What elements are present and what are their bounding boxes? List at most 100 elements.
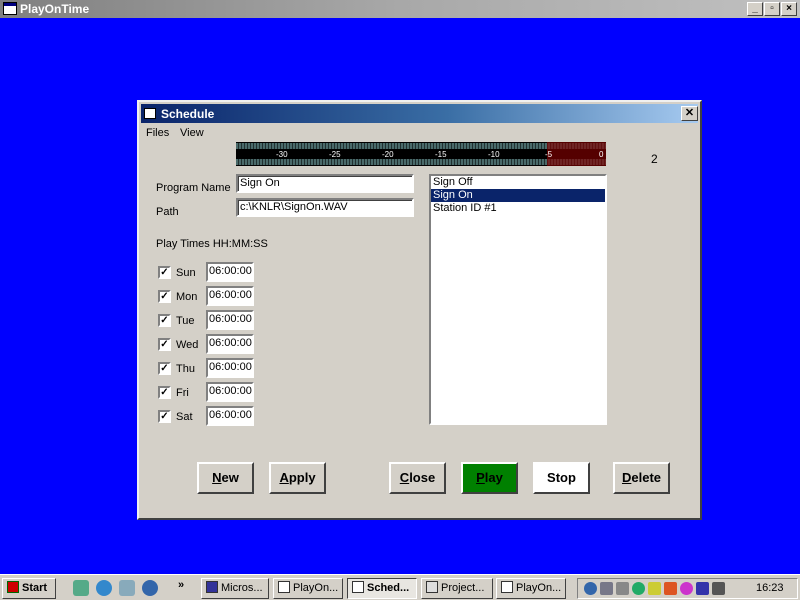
apply-button-label: pply — [288, 470, 316, 485]
play-button-accel: P — [476, 470, 485, 485]
meter-count: 2 — [651, 152, 658, 166]
folder-icon[interactable] — [648, 582, 661, 595]
alert-icon[interactable] — [664, 582, 677, 595]
day-label-thu: Thu — [176, 363, 195, 375]
task-button-playon[interactable]: PlayOn... — [273, 578, 343, 599]
close-button-accel: C — [399, 470, 410, 485]
meter-tick: -10 — [488, 150, 500, 159]
apply-button[interactable]: Apply — [269, 462, 326, 494]
windows-logo-icon — [7, 581, 19, 593]
schedule-dialog: Schedule ✕ Files View -30 -25 -20 -15 -1… — [137, 100, 702, 520]
color-icon[interactable] — [680, 582, 693, 595]
app-title-bar: PlayOnTime _ ▫ × — [0, 0, 800, 18]
speaker-icon[interactable] — [712, 582, 725, 595]
dialog-title: Schedule — [161, 107, 215, 121]
dialog-window-icon — [144, 108, 156, 119]
delete-button[interactable]: Delete — [613, 462, 670, 494]
meter-tick: -20 — [382, 150, 394, 159]
meter-tick: 0 — [599, 150, 604, 159]
task-button-schedule[interactable]: Sched... — [347, 578, 417, 599]
app-icon — [278, 581, 290, 593]
day-label-wed: Wed — [176, 339, 199, 351]
fri-time-field[interactable]: 06:00:00 — [206, 382, 254, 402]
usb-icon[interactable] — [616, 582, 629, 595]
close-button-label: lose — [409, 470, 436, 485]
meter-peak-zone — [547, 142, 606, 166]
wed-checkbox[interactable]: ✓ — [158, 338, 171, 351]
desktop-icon[interactable] — [73, 580, 89, 596]
close-button[interactable]: Close — [389, 462, 446, 494]
list-item-selected[interactable]: Sign On — [431, 189, 605, 202]
list-item[interactable]: Sign Off — [431, 176, 605, 189]
menu-view[interactable]: View — [180, 127, 204, 139]
new-button[interactable]: New — [197, 462, 254, 494]
app-icon — [206, 581, 218, 593]
day-label-fri: Fri — [176, 387, 189, 399]
path-label: Path — [156, 206, 179, 218]
mail-icon[interactable] — [119, 580, 135, 596]
path-field[interactable]: c:\KNLR\SignOn.WAV — [236, 198, 414, 217]
meter-tick: -5 — [545, 150, 553, 159]
browser-icon[interactable] — [96, 580, 112, 596]
new-button-label: ew — [221, 470, 239, 485]
restore-button[interactable]: ▫ — [764, 2, 780, 16]
thu-checkbox[interactable]: ✓ — [158, 362, 171, 375]
sun-checkbox[interactable]: ✓ — [158, 266, 171, 279]
tue-time-field[interactable]: 06:00:00 — [206, 310, 254, 330]
dialog-close-button[interactable]: ✕ — [681, 106, 698, 121]
sat-time-field[interactable]: 06:00:00 — [206, 406, 254, 426]
app-window-icon — [3, 2, 17, 15]
apply-button-accel: A — [279, 470, 289, 485]
sat-checkbox[interactable]: ✓ — [158, 410, 171, 423]
quick-launch-chevron[interactable]: » — [178, 579, 184, 591]
audio-level-meter: -30 -25 -20 -15 -10 -5 0 — [236, 142, 606, 166]
list-item[interactable]: Station ID #1 — [431, 202, 605, 215]
delete-button-label: elete — [631, 470, 662, 485]
task-label: Project... — [441, 582, 485, 594]
play-button[interactable]: Play — [461, 462, 518, 494]
menu-files[interactable]: Files — [146, 127, 169, 139]
stop-button[interactable]: Stop — [533, 462, 590, 494]
wed-time-field[interactable]: 06:00:00 — [206, 334, 254, 354]
mon-checkbox[interactable]: ✓ — [158, 290, 171, 303]
play-button-label: lay — [484, 470, 503, 485]
globe-icon[interactable] — [632, 582, 645, 595]
day-label-sat: Sat — [176, 411, 193, 423]
app-icon — [426, 581, 438, 593]
clock[interactable]: 16:23 — [756, 582, 784, 594]
meter-tick: -25 — [329, 150, 341, 159]
sun-time-field[interactable]: 06:00:00 — [206, 262, 254, 282]
delete-button-accel: D — [621, 470, 632, 485]
network-icon[interactable] — [584, 582, 597, 595]
taskbar: Start » Micros... PlayOn... Sched... Pro… — [0, 574, 800, 600]
meter-tick: -30 — [276, 150, 288, 159]
task-label: PlayOn... — [293, 582, 339, 594]
day-label-sun: Sun — [176, 267, 196, 279]
monitor-icon[interactable] — [600, 582, 613, 595]
thu-time-field[interactable]: 06:00:00 — [206, 358, 254, 378]
program-name-field[interactable]: Sign On — [236, 174, 414, 193]
task-button-project[interactable]: Project... — [421, 578, 493, 599]
day-label-mon: Mon — [176, 291, 198, 303]
app-icon — [352, 581, 364, 593]
fri-checkbox[interactable]: ✓ — [158, 386, 171, 399]
dialog-title-bar: Schedule ✕ — [141, 104, 698, 123]
start-label: Start — [22, 582, 48, 594]
info-icon[interactable] — [142, 580, 158, 596]
start-button[interactable]: Start — [2, 578, 56, 599]
task-button-playon-2[interactable]: PlayOn... — [496, 578, 566, 599]
play-times-label: Play Times HH:MM:SS — [156, 238, 268, 250]
app-title: PlayOnTime — [20, 2, 90, 16]
program-list[interactable]: Sign Off Sign On Station ID #1 — [429, 174, 607, 425]
app-icon — [501, 581, 513, 593]
mon-time-field[interactable]: 06:00:00 — [206, 286, 254, 306]
display-icon[interactable] — [696, 582, 709, 595]
program-name-label: Program Name — [156, 182, 231, 194]
tue-checkbox[interactable]: ✓ — [158, 314, 171, 327]
minimize-button[interactable]: _ — [747, 2, 763, 16]
app-close-button[interactable]: × — [781, 2, 797, 16]
new-button-accel: N — [212, 470, 222, 485]
meter-tick: -15 — [435, 150, 447, 159]
task-button-microsoft[interactable]: Micros... — [201, 578, 269, 599]
stop-button-label: Stop — [547, 470, 576, 485]
